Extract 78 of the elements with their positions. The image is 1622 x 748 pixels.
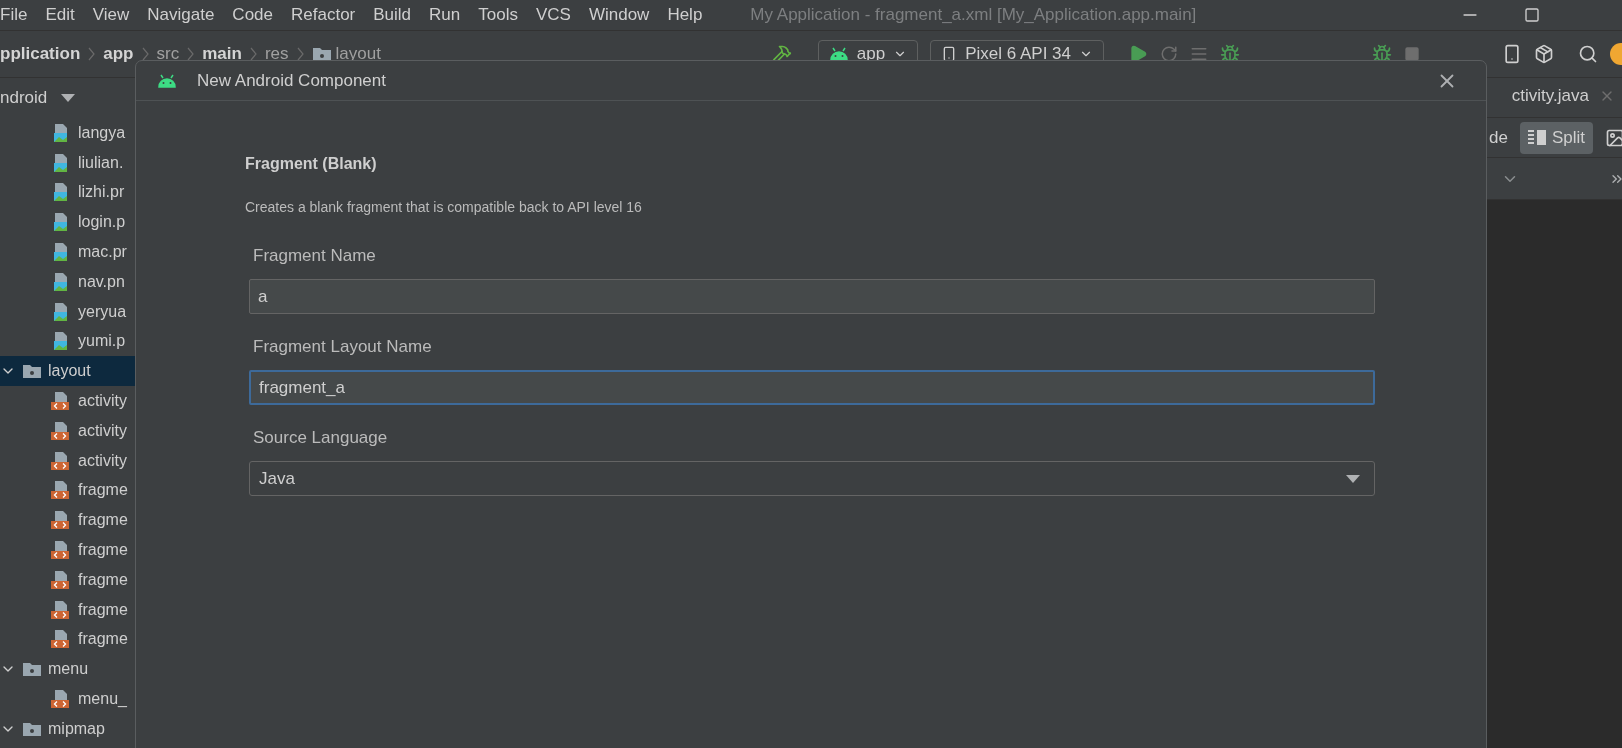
field-label: Fragment Name: [253, 246, 377, 266]
template-description: Creates a blank fragment that is compatible back to API level 16: [245, 198, 643, 216]
layout-file-icon: [50, 540, 72, 561]
menubar-item[interactable]: Code: [232, 5, 273, 25]
tree-item[interactable]: fragme: [0, 505, 139, 536]
tree-item[interactable]: lizhi.pr: [0, 177, 139, 208]
language-dropdown[interactable]: Java: [249, 461, 1375, 496]
project-view-label[interactable]: ndroid: [0, 88, 48, 108]
tree-item[interactable]: nav.pn: [0, 267, 139, 297]
phone-icon[interactable]: [1502, 44, 1522, 64]
layout-file-icon: [50, 599, 72, 620]
menubar-item[interactable]: Edit: [45, 5, 75, 25]
breadcrumb-item[interactable]: pplication: [0, 44, 81, 64]
chevron-right-icon: [249, 47, 257, 61]
breadcrumb-item[interactable]: app: [103, 44, 134, 64]
layout-file-icon: [50, 391, 72, 412]
tree-item[interactable]: yumi.p: [0, 326, 139, 357]
layout-file-icon: [50, 510, 72, 531]
tree-item[interactable]: fragme: [0, 594, 139, 625]
tree-item[interactable]: mac.pr: [0, 237, 139, 267]
tree-item[interactable]: fragme: [0, 624, 139, 655]
breadcrumb-item[interactable]: layout: [311, 44, 381, 64]
breadcrumb-item[interactable]: src: [156, 44, 180, 64]
dropdown-icon[interactable]: [61, 94, 76, 102]
chevron-right-icon: [141, 47, 149, 61]
menubar-item[interactable]: Refactor: [291, 5, 356, 25]
tree-item[interactable]: langya: [0, 118, 139, 148]
template-heading: Fragment (Blank): [245, 154, 378, 174]
layout-file-icon: [50, 689, 72, 710]
editor-tab[interactable]: ctivity.java: [1511, 86, 1622, 109]
image-icon: [1605, 127, 1622, 148]
menubar-item[interactable]: Navigate: [147, 5, 215, 25]
tree-item[interactable]: activity: [0, 415, 139, 446]
breadcrumb-item[interactable]: main: [202, 44, 242, 64]
layout-file-icon: [50, 629, 72, 650]
input-field[interactable]: fragment_a: [249, 370, 1375, 405]
layout-file-icon: [50, 450, 72, 471]
tree-item[interactable]: menu_: [0, 684, 139, 714]
android-icon: [157, 73, 177, 88]
layout-file-icon: [50, 420, 72, 441]
chevron-right-icon: [187, 47, 195, 61]
tree-item[interactable]: menu: [0, 654, 139, 685]
split-icon: [1527, 129, 1546, 146]
package-icon[interactable]: [1534, 44, 1554, 64]
layout-file-icon: [50, 569, 72, 590]
menubar-item[interactable]: Build: [373, 5, 412, 25]
folder-icon: [22, 720, 42, 737]
folder-icon: [22, 363, 42, 380]
menubar-item[interactable]: Run: [429, 5, 461, 25]
maximize-icon[interactable]: [1524, 7, 1540, 23]
tree-item[interactable]: yeryua: [0, 296, 139, 327]
tree-item[interactable]: fragme: [0, 564, 139, 595]
tree-item[interactable]: fragme: [0, 535, 139, 565]
chevron-right-icon: [296, 47, 304, 61]
menubar-item[interactable]: File: [0, 5, 28, 25]
window-title: My Application - fragment_a.xml [My_Application.app.main]: [750, 5, 1197, 25]
breadcrumb-item[interactable]: res: [264, 44, 289, 64]
chevron-right-icon: [88, 47, 96, 61]
menubar-item[interactable]: Window: [588, 5, 650, 25]
menubar-item[interactable]: Help: [667, 5, 703, 25]
tree-item[interactable]: activity: [0, 386, 139, 416]
field-label: Fragment Layout Name: [253, 337, 433, 357]
search-icon[interactable]: [1578, 44, 1598, 64]
tree-item[interactable]: liulian.: [0, 147, 139, 178]
input-field[interactable]: a: [249, 279, 1375, 314]
folder-icon: [22, 661, 42, 678]
menubar-item[interactable]: View: [92, 5, 130, 25]
view-mode-button[interactable]: Split: [1519, 121, 1593, 154]
field-label: Source Language: [253, 428, 389, 448]
tree-item[interactable]: login.p: [0, 207, 139, 238]
tree-item[interactable]: fragme: [0, 475, 139, 506]
tree-item[interactable]: mipmap: [0, 713, 139, 744]
layout-file-icon: [50, 480, 72, 501]
tree-item[interactable]: activity: [0, 445, 139, 476]
menubar-item[interactable]: Tools: [478, 5, 518, 25]
menubar-item[interactable]: VCS: [535, 5, 571, 25]
dialog-title: New Android Component: [197, 70, 386, 91]
dropdown-icon: [1346, 474, 1360, 483]
